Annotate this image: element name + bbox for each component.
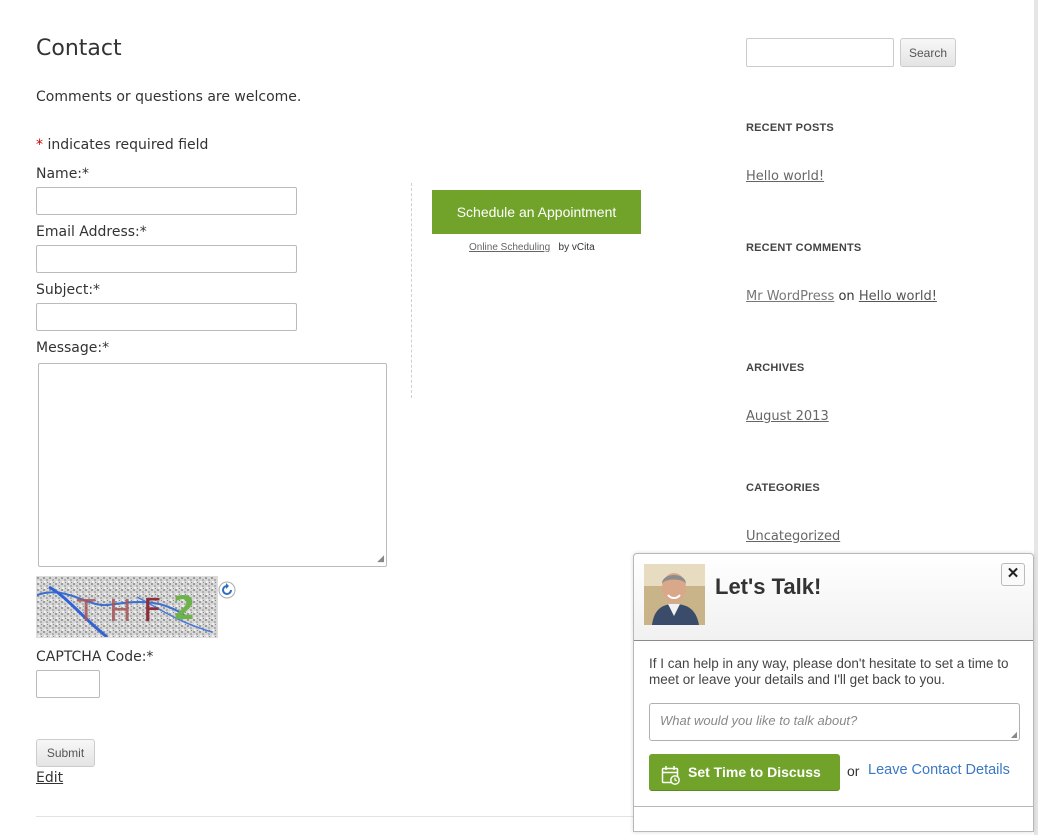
leave-contact-details-link[interactable]: Leave Contact Details bbox=[868, 762, 1010, 778]
lets-talk-title: Let's Talk! bbox=[715, 574, 822, 599]
talk-topic-placeholder: What would you like to talk about? bbox=[660, 713, 858, 728]
required-star: * bbox=[36, 137, 43, 153]
name-field[interactable] bbox=[36, 187, 297, 215]
set-time-label: Set Time to Discuss bbox=[688, 764, 821, 780]
refresh-icon[interactable] bbox=[218, 581, 236, 599]
captcha-char: 2 bbox=[173, 589, 195, 627]
required-note: * indicates required field bbox=[36, 137, 208, 153]
search-button[interactable]: Search bbox=[900, 38, 956, 67]
resize-grip-icon[interactable]: ◢ bbox=[377, 555, 384, 564]
content-divider bbox=[36, 816, 636, 817]
talk-topic-input[interactable]: What would you like to talk about? ◢ bbox=[649, 703, 1020, 741]
schedule-appointment-button[interactable]: Schedule an Appointment bbox=[432, 190, 641, 234]
required-note-text: indicates required field bbox=[43, 137, 209, 153]
avatar bbox=[644, 564, 705, 625]
archive-link[interactable]: August 2013 bbox=[746, 409, 829, 424]
captcha-field[interactable] bbox=[36, 670, 100, 698]
comment-author-link[interactable]: Mr WordPress bbox=[746, 289, 834, 304]
vcita-credit: by vCita bbox=[558, 242, 595, 253]
captcha-char: H bbox=[109, 594, 132, 629]
captcha-image: T H F 2 bbox=[36, 576, 218, 638]
email-field[interactable] bbox=[36, 245, 297, 273]
captcha-label: CAPTCHA Code:* bbox=[36, 649, 154, 665]
submit-button[interactable]: Submit bbox=[36, 739, 95, 767]
subject-label: Subject:* bbox=[36, 282, 101, 298]
online-scheduling-link[interactable]: Online Scheduling bbox=[469, 242, 550, 253]
recent-posts-title: RECENT POSTS bbox=[746, 122, 834, 134]
subject-field[interactable] bbox=[36, 303, 297, 331]
category-link[interactable]: Uncategorized bbox=[746, 529, 840, 544]
recent-comments-title: RECENT COMMENTS bbox=[746, 242, 862, 254]
captcha-graphic: T H F 2 bbox=[37, 577, 217, 637]
captcha-char: F bbox=[143, 591, 161, 629]
comment-post-link[interactable]: Hello world! bbox=[859, 289, 937, 304]
recent-post-link[interactable]: Hello world! bbox=[746, 169, 824, 184]
lets-talk-header: Let's Talk! ✕ bbox=[634, 554, 1033, 641]
set-time-to-discuss-button[interactable]: Set Time to Discuss bbox=[649, 754, 840, 790]
or-text: or bbox=[847, 763, 860, 779]
lets-talk-widget: Let's Talk! ✕ If I can help in any way, … bbox=[633, 553, 1034, 832]
intro-text: Comments or questions are welcome. bbox=[36, 89, 302, 105]
archives-title: ARCHIVES bbox=[746, 362, 805, 374]
calendar-icon bbox=[661, 762, 681, 785]
message-label: Message:* bbox=[36, 340, 110, 356]
scheduling-credit: Online Scheduling by vCita bbox=[469, 242, 595, 253]
page-title: Contact bbox=[36, 36, 122, 61]
edit-link[interactable]: Edit bbox=[36, 770, 63, 786]
recent-comment: Mr WordPress on Hello world! bbox=[746, 289, 937, 304]
comment-on-text: on bbox=[838, 289, 855, 304]
lets-talk-message: If I can help in any way, please don't h… bbox=[649, 656, 1009, 687]
resize-grip-icon[interactable]: ◢ bbox=[1011, 730, 1017, 739]
search-input[interactable] bbox=[746, 38, 894, 67]
email-label: Email Address:* bbox=[36, 224, 147, 240]
column-divider bbox=[411, 183, 412, 398]
page-edge-shadow bbox=[1034, 0, 1038, 835]
close-icon[interactable]: ✕ bbox=[1001, 563, 1025, 586]
message-textarea[interactable]: ◢ bbox=[38, 363, 387, 567]
categories-title: CATEGORIES bbox=[746, 482, 820, 494]
name-label: Name:* bbox=[36, 166, 90, 182]
captcha-char: T bbox=[76, 594, 96, 629]
lets-talk-footer-divider bbox=[634, 806, 1033, 807]
